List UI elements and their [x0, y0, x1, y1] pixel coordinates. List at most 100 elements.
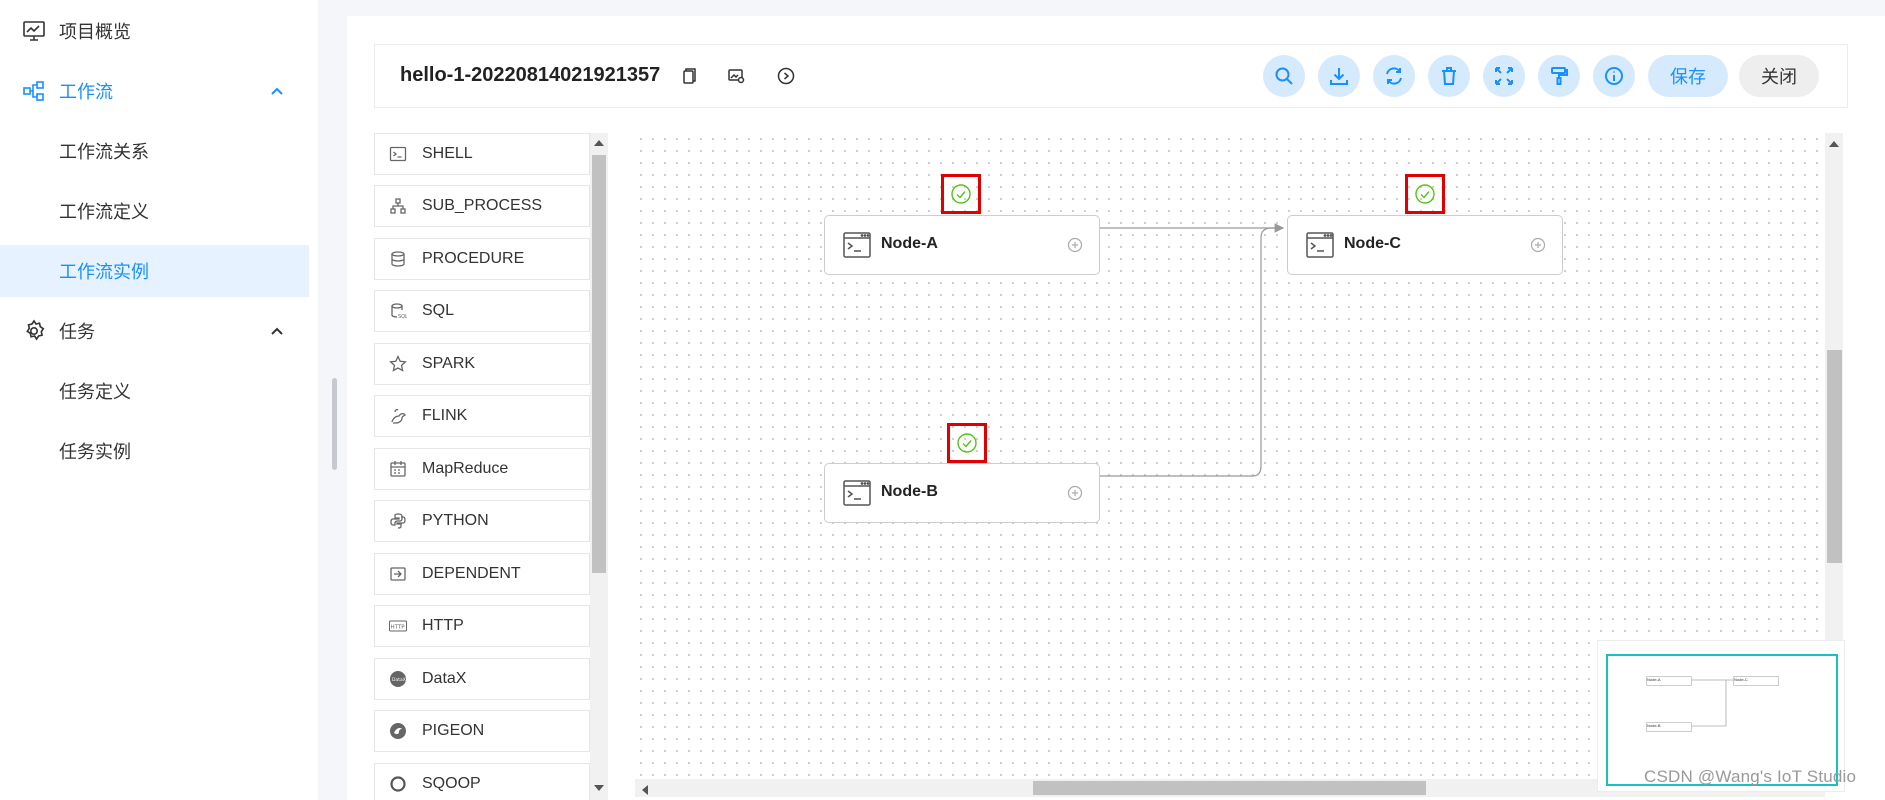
pigeon-icon	[389, 722, 407, 740]
dag-node-c[interactable]: Node-C	[1287, 215, 1563, 275]
task-type-label: SQL	[422, 302, 455, 319]
task-type-pigeon[interactable]: PIGEON	[374, 710, 590, 752]
workflow-name: hello-1-20220814021921357	[400, 64, 661, 86]
task-type-label: SPARK	[422, 355, 476, 372]
sidebar-item-workflow-instance[interactable]: 工作流实例	[0, 245, 309, 297]
search-icon	[1275, 67, 1293, 85]
task-type-label: PIGEON	[422, 722, 485, 739]
sidebar-item-label: 工作流定义	[59, 202, 149, 222]
close-button[interactable]: 关闭	[1739, 55, 1819, 97]
task-type-spark[interactable]: SPARK	[374, 343, 590, 385]
canvas-scroll-up-arrow-icon[interactable]	[1829, 141, 1839, 147]
terminal-icon	[843, 480, 871, 506]
dag-node-a[interactable]: Node-A	[824, 215, 1100, 275]
minimap-edges	[1692, 679, 1733, 727]
canvas-horizontal-scroll-thumb[interactable]	[1033, 781, 1426, 795]
add-circle-icon[interactable]	[1067, 237, 1083, 253]
squirrel-icon	[389, 407, 407, 425]
sidebar-item-workflow-relation[interactable]: 工作流关系	[0, 125, 309, 177]
task-type-label: HTTP	[422, 617, 464, 634]
download-icon	[1330, 68, 1348, 85]
gear-icon	[22, 319, 46, 343]
task-type-datax[interactable]: DataX DataX	[374, 658, 590, 700]
fullscreen-button[interactable]	[1483, 55, 1525, 97]
dependent-icon	[389, 565, 407, 583]
scroll-up-arrow-icon[interactable]	[594, 140, 604, 146]
terminal-icon	[843, 232, 871, 258]
sidebar-item-label: 项目概览	[59, 22, 131, 42]
task-type-dependent[interactable]: DEPENDENT	[374, 553, 590, 595]
sidebar-group-workflow[interactable]: 工作流	[0, 65, 309, 117]
task-type-list: SHELL SUB_PROCESS PROCEDURE SQL SQL SPAR…	[374, 133, 608, 800]
refresh-icon	[1386, 67, 1402, 85]
chevron-up-icon	[267, 81, 287, 101]
sidebar-item-label: 任务	[59, 322, 95, 342]
sidebar: 项目概览 工作流 工作流关系 工作流定义 工作流实例 任务 任务定义 任务实例	[0, 0, 318, 800]
search-button[interactable]	[1263, 55, 1305, 97]
monitor-chart-icon	[22, 19, 46, 43]
task-type-procedure[interactable]: PROCEDURE	[374, 238, 590, 280]
task-type-label: SQOOP	[422, 775, 481, 792]
workflow-icon	[22, 79, 46, 103]
task-type-python[interactable]: PYTHON	[374, 500, 590, 542]
sidebar-group-task[interactable]: 任务	[0, 305, 309, 357]
chevron-up-icon	[267, 321, 287, 341]
sidebar-item-project-overview[interactable]: 项目概览	[0, 5, 309, 57]
sidebar-item-label: 工作流关系	[59, 142, 149, 162]
task-type-sql[interactable]: SQL SQL	[374, 290, 590, 332]
check-circle-icon	[951, 184, 971, 204]
copy-icon[interactable]	[678, 66, 698, 86]
hierarchy-icon	[389, 197, 407, 215]
task-type-http[interactable]: HTTP HTTP	[374, 605, 590, 647]
scroll-down-arrow-icon[interactable]	[594, 785, 604, 791]
check-circle-icon	[1415, 184, 1435, 204]
svg-text:SQL: SQL	[398, 314, 407, 320]
canvas-scroll-left-arrow-icon[interactable]	[642, 785, 648, 795]
task-type-label: SHELL	[422, 145, 473, 162]
info-icon	[1605, 67, 1623, 85]
play-circle-icon[interactable]	[776, 66, 796, 86]
sidebar-item-task-instance[interactable]: 任务实例	[0, 425, 309, 477]
add-circle-icon[interactable]	[1530, 237, 1546, 253]
task-type-label: DataX	[422, 670, 467, 687]
task-type-label: FLINK	[422, 407, 468, 424]
star-icon	[389, 354, 407, 373]
sidebar-item-label: 任务实例	[59, 442, 131, 462]
sidebar-item-label: 工作流	[59, 82, 113, 102]
node-b-status-success	[947, 423, 987, 463]
task-type-mapreduce[interactable]: MapReduce	[374, 448, 590, 490]
task-type-sqoop[interactable]: SQOOP	[374, 763, 590, 800]
sidebar-item-label: 工作流实例	[59, 262, 149, 282]
sidebar-item-workflow-definition[interactable]: 工作流定义	[0, 185, 309, 237]
watermark: CSDN @Wang's IoT Studio	[1644, 767, 1857, 786]
format-button[interactable]	[1538, 55, 1580, 97]
download-button[interactable]	[1318, 55, 1360, 97]
task-type-sub-process[interactable]: SUB_PROCESS	[374, 185, 590, 227]
task-type-label: PROCEDURE	[422, 250, 525, 267]
format-brush-icon	[1551, 67, 1568, 85]
refresh-button[interactable]	[1373, 55, 1415, 97]
canvas-vertical-scroll-thumb[interactable]	[1827, 350, 1842, 563]
task-type-label: DEPENDENT	[422, 565, 521, 582]
info-button[interactable]	[1593, 55, 1635, 97]
delete-icon	[1442, 67, 1456, 85]
task-type-label: PYTHON	[422, 512, 489, 529]
database-icon	[389, 250, 407, 268]
svg-text:DataX: DataX	[392, 677, 406, 683]
terminal-icon	[1306, 232, 1334, 258]
node-a-status-success	[941, 174, 981, 214]
dag-node-b[interactable]: Node-B	[824, 463, 1100, 523]
task-type-label: SUB_PROCESS	[422, 197, 543, 214]
edge-node-b-to-node-c	[1099, 227, 1283, 477]
task-type-shell[interactable]: SHELL	[374, 133, 590, 175]
image-settings-icon[interactable]	[726, 66, 746, 86]
check-circle-icon	[957, 433, 977, 453]
task-type-flink[interactable]: FLINK	[374, 395, 590, 437]
task-list-scroll-thumb[interactable]	[592, 155, 606, 573]
sidebar-scrollbar[interactable]	[332, 378, 337, 470]
sidebar-item-task-definition[interactable]: 任务定义	[0, 365, 309, 417]
delete-button[interactable]	[1428, 55, 1470, 97]
save-button[interactable]: 保存	[1648, 55, 1728, 97]
add-circle-icon[interactable]	[1067, 485, 1083, 501]
python-icon	[389, 512, 407, 530]
